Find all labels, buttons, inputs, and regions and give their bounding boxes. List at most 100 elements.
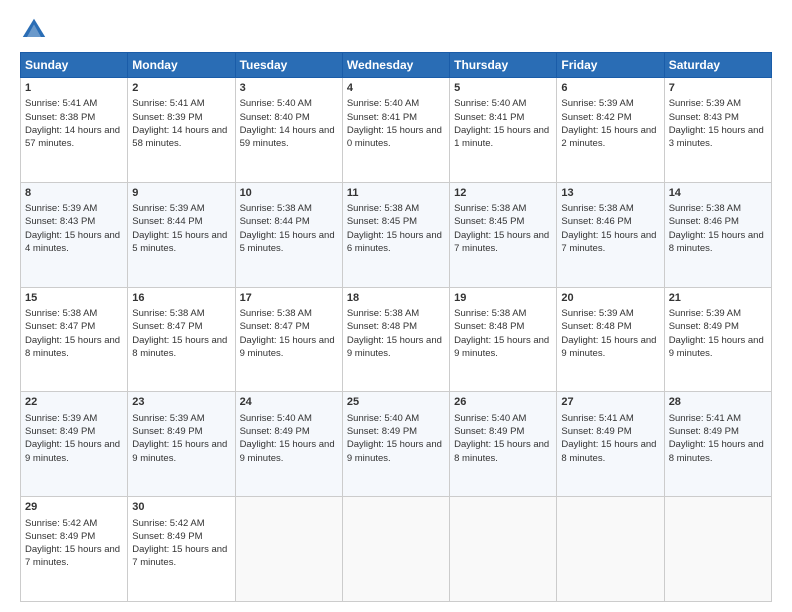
sunrise-text: Sunrise: 5:40 AM [454, 413, 526, 424]
day-number: 21 [669, 291, 767, 306]
sunset-text: Sunset: 8:49 PM [561, 426, 631, 437]
sunset-text: Sunset: 8:41 PM [454, 112, 524, 123]
sunset-text: Sunset: 8:47 PM [25, 321, 95, 332]
logo [20, 16, 52, 44]
daylight-text: Daylight: 15 hours and 8 minutes. [669, 230, 764, 254]
sunset-text: Sunset: 8:40 PM [240, 112, 310, 123]
sunrise-text: Sunrise: 5:40 AM [240, 98, 312, 109]
calendar-cell: 6 Sunrise: 5:39 AM Sunset: 8:42 PM Daylight… [557, 78, 664, 183]
day-number: 6 [561, 81, 659, 96]
sunrise-text: Sunrise: 5:39 AM [669, 308, 741, 319]
sunrise-text: Sunrise: 5:38 AM [669, 203, 741, 214]
calendar-cell: 10Sunrise: 5:38 AMSunset: 8:44 PMDayligh… [235, 182, 342, 287]
sunset-text: Sunset: 8:45 PM [454, 216, 524, 227]
daylight-text: Daylight: 15 hours and 2 minutes. [561, 125, 656, 149]
day-number: 24 [240, 395, 338, 410]
sunrise-text: Sunrise: 5:41 AM [25, 98, 97, 109]
calendar-cell: 5Sunrise: 5:40 AMSunset: 8:41 PMDaylight… [450, 78, 557, 183]
sunrise-text: Sunrise: 5:41 AM [561, 413, 633, 424]
sunset-text: Sunset: 8:45 PM [347, 216, 417, 227]
day-number: 15 [25, 291, 123, 306]
day-number: 22 [25, 395, 123, 410]
sunrise-text: Sunrise: 5:39 AM [25, 413, 97, 424]
sunset-text: Sunset: 8:49 PM [25, 426, 95, 437]
calendar-header-row: SundayMondayTuesdayWednesdayThursdayFrid… [21, 53, 772, 78]
calendar-body: 1Sunrise: 5:41 AMSunset: 8:38 PMDaylight… [21, 78, 772, 602]
sunrise-text: Sunrise: 5:38 AM [347, 308, 419, 319]
sunrise-text: Sunrise: 5:39 AM [561, 98, 633, 109]
calendar-cell: 9Sunrise: 5:39 AMSunset: 8:44 PMDaylight… [128, 182, 235, 287]
day-number: 13 [561, 186, 659, 201]
sunrise-text: Sunrise: 5:38 AM [561, 203, 633, 214]
daylight-text: Daylight: 14 hours and 58 minutes. [132, 125, 227, 149]
sunrise-text: Sunrise: 5:39 AM [132, 413, 204, 424]
daylight-text: Daylight: 15 hours and 4 minutes. [25, 230, 120, 254]
day-number: 7 [669, 81, 767, 96]
calendar-week-row: 1Sunrise: 5:41 AMSunset: 8:38 PMDaylight… [21, 78, 772, 183]
sunrise-text: Sunrise: 5:39 AM [25, 203, 97, 214]
day-number: 5 [454, 81, 552, 96]
daylight-text: Daylight: 15 hours and 7 minutes. [454, 230, 549, 254]
calendar-cell: 29Sunrise: 5:42 AMSunset: 8:49 PMDayligh… [21, 497, 128, 602]
sunset-text: Sunset: 8:44 PM [132, 216, 202, 227]
day-number: 29 [25, 500, 123, 515]
daylight-text: Daylight: 15 hours and 8 minutes. [669, 439, 764, 463]
daylight-text: Daylight: 15 hours and 8 minutes. [132, 335, 227, 359]
calendar-cell: 12 Sunrise: 5:38 AM Sunset: 8:45 PM Dayligh… [450, 182, 557, 287]
day-number: 12 [454, 186, 552, 201]
weekday-header: Friday [557, 53, 664, 78]
sunset-text: Sunset: 8:49 PM [132, 531, 202, 542]
daylight-text: Daylight: 15 hours and 8 minutes. [561, 439, 656, 463]
calendar-week-row: 15 Sunrise: 5:38 AM Sunset: 8:47 PM Dayligh… [21, 287, 772, 392]
sunrise-text: Sunrise: 5:38 AM [25, 308, 97, 319]
calendar-cell: 19Sunrise: 5:38 AMSunset: 8:48 PMDayligh… [450, 287, 557, 392]
calendar-cell [557, 497, 664, 602]
day-number: 26 [454, 395, 552, 410]
calendar-week-row: 22 Sunrise: 5:39 AM Sunset: 8:49 PM Dayligh… [21, 392, 772, 497]
sunset-text: Sunset: 8:47 PM [132, 321, 202, 332]
sunset-text: Sunset: 8:41 PM [347, 112, 417, 123]
sunrise-text: Sunrise: 5:41 AM [132, 98, 204, 109]
calendar-cell: 30Sunrise: 5:42 AMSunset: 8:49 PMDayligh… [128, 497, 235, 602]
daylight-text: Daylight: 15 hours and 6 minutes. [347, 230, 442, 254]
sunset-text: Sunset: 8:48 PM [561, 321, 631, 332]
day-number: 14 [669, 186, 767, 201]
weekday-header: Monday [128, 53, 235, 78]
weekday-header: Thursday [450, 53, 557, 78]
page: SundayMondayTuesdayWednesdayThursdayFrid… [0, 0, 792, 612]
sunrise-text: Sunrise: 5:38 AM [454, 203, 526, 214]
day-number: 16 [132, 291, 230, 306]
daylight-text: Daylight: 15 hours and 9 minutes. [347, 439, 442, 463]
calendar-cell [664, 497, 771, 602]
calendar-cell: 23Sunrise: 5:39 AMSunset: 8:49 PMDayligh… [128, 392, 235, 497]
daylight-text: Daylight: 15 hours and 7 minutes. [132, 544, 227, 568]
sunrise-text: Sunrise: 5:39 AM [669, 98, 741, 109]
calendar-cell: 17Sunrise: 5:38 AMSunset: 8:47 PMDayligh… [235, 287, 342, 392]
daylight-text: Daylight: 15 hours and 3 minutes. [669, 125, 764, 149]
calendar-cell: 14Sunrise: 5:38 AMSunset: 8:46 PMDayligh… [664, 182, 771, 287]
sunrise-text: Sunrise: 5:38 AM [347, 203, 419, 214]
sunset-text: Sunset: 8:49 PM [454, 426, 524, 437]
sunrise-text: Sunrise: 5:40 AM [240, 413, 312, 424]
sunset-text: Sunset: 8:42 PM [561, 112, 631, 123]
calendar-cell: 26 Sunrise: 5:40 AM Sunset: 8:49 PM Dayligh… [450, 392, 557, 497]
weekday-header: Wednesday [342, 53, 449, 78]
calendar-cell: 22Sunrise: 5:39 AMSunset: 8:49 PMDayligh… [21, 392, 128, 497]
sunset-text: Sunset: 8:49 PM [347, 426, 417, 437]
sunrise-text: Sunrise: 5:42 AM [132, 518, 204, 529]
calendar-cell: 7Sunrise: 5:39 AMSunset: 8:43 PMDaylight… [664, 78, 771, 183]
daylight-text: Daylight: 15 hours and 9 minutes. [240, 439, 335, 463]
sunrise-text: Sunrise: 5:42 AM [25, 518, 97, 529]
sunset-text: Sunset: 8:49 PM [669, 321, 739, 332]
calendar-cell: 16 Sunrise: 5:38 AM Sunset: 8:47 PM Dayligh… [128, 287, 235, 392]
daylight-text: Daylight: 15 hours and 8 minutes. [25, 335, 120, 359]
calendar-cell: 13Sunrise: 5:38 AMSunset: 8:46 PMDayligh… [557, 182, 664, 287]
sunrise-text: Sunrise: 5:38 AM [132, 308, 204, 319]
sunrise-text: Sunrise: 5:41 AM [669, 413, 741, 424]
header [20, 16, 772, 44]
calendar-cell: 8Sunrise: 5:39 AMSunset: 8:43 PMDaylight… [21, 182, 128, 287]
weekday-header: Saturday [664, 53, 771, 78]
calendar-cell: 25Sunrise: 5:40 AMSunset: 8:49 PMDayligh… [342, 392, 449, 497]
daylight-text: Daylight: 15 hours and 1 minute. [454, 125, 549, 149]
daylight-text: Daylight: 15 hours and 8 minutes. [454, 439, 549, 463]
